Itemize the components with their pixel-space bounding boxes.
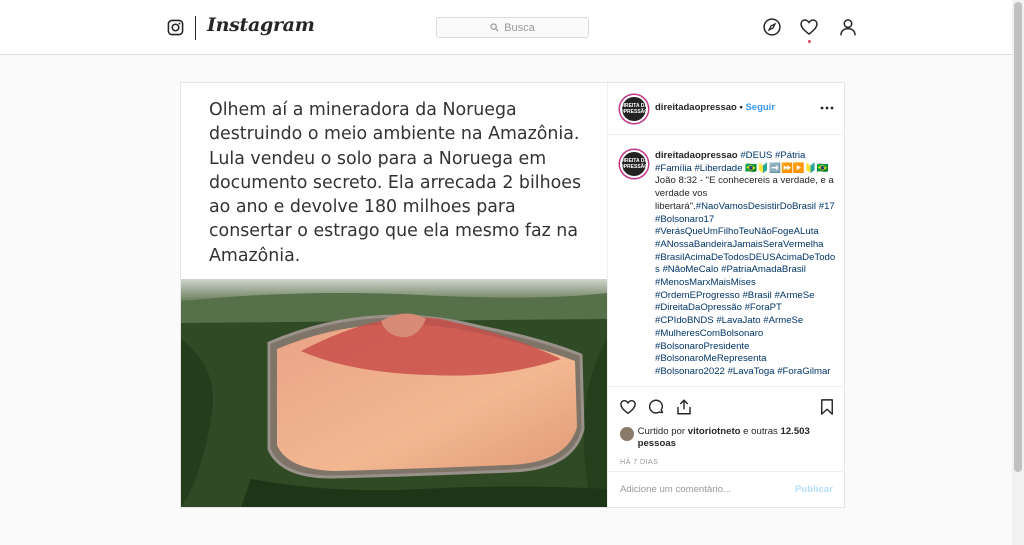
comment-bubble-icon[interactable] [647, 398, 665, 416]
hashtag-link[interactable]: #LavaJato [716, 315, 760, 326]
hashtag-link[interactable]: #ANossaBandeiraJamaisSeraVermelha [655, 239, 824, 250]
hashtag-link[interactable]: #PatriaAmadaBrasil [721, 264, 806, 275]
hashtag-link[interactable]: #CPIdoBNDS [655, 315, 714, 326]
likes-summary: Curtido por vitoriotneto e outras 12.503… [620, 426, 845, 450]
hashtag-link[interactable]: #ForaPT [745, 302, 782, 313]
hashtag-link[interactable]: #OrdemEProgresso [655, 290, 740, 301]
publish-button[interactable]: Publicar [795, 484, 833, 495]
hashtag-link[interactable]: #Bolsonaro17 [655, 214, 714, 225]
scrollbar-thumb[interactable] [1014, 2, 1022, 472]
hashtag-link[interactable]: #DireitaDaOpressão [655, 302, 742, 313]
heart-icon[interactable] [799, 17, 819, 37]
post-caption: direitadaopressao #DEUS #Pátria #Família… [655, 150, 837, 379]
post-media[interactable]: Olhem aí a mineradora da Noruega destrui… [181, 83, 607, 507]
notification-dot [808, 40, 811, 43]
aerial-mine-photo [181, 279, 607, 507]
caption-author-avatar[interactable]: DIREITA DA OPRESSÃO [620, 150, 648, 178]
hashtag-link[interactable]: #Pátria [775, 150, 805, 161]
author-avatar-text: DIREITA DA OPRESSÃO [620, 103, 648, 115]
hashtag-link[interactable]: #BolsonaroMeRepresenta [655, 353, 766, 364]
hashtag-link[interactable]: #ForaGilmar [777, 366, 830, 377]
post-header: DIREITA DA OPRESSÃO direitadaopressao • … [608, 83, 845, 135]
like-heart-icon[interactable] [619, 398, 637, 416]
post-image-text-panel: Olhem aí a mineradora da Noruega destrui… [181, 83, 607, 281]
hashtag-link[interactable]: #ArmeSe [774, 290, 814, 301]
hashtag-link[interactable]: #NãoMeCalo [662, 264, 718, 275]
hashtag-link[interactable]: #Liberdade [694, 163, 742, 174]
likes-prefix: Curtido por [637, 426, 688, 437]
caption-username[interactable]: direitadaopressao [655, 150, 738, 161]
hashtag-link[interactable]: #MenosMarxMaisMises [655, 277, 756, 288]
liker-avatar[interactable] [620, 427, 634, 441]
follow-button[interactable]: Seguir [745, 102, 775, 113]
liker-username[interactable]: vitoriotneto [688, 426, 741, 437]
author-username[interactable]: direitadaopressao [655, 102, 737, 113]
likes-middle: e outras [740, 426, 781, 437]
hashtag-link[interactable]: #ArmeSe [763, 315, 803, 326]
hashtag-link[interactable]: #MulheresComBolsonaro [655, 328, 763, 339]
hashtag-link[interactable]: #NaoVamosDesistirDoBrasil [696, 201, 816, 212]
more-options-icon[interactable] [820, 105, 834, 111]
post-actions: Curtido por vitoriotneto e outras 12.503… [608, 386, 845, 507]
logo-divider [195, 16, 196, 40]
hashtag-link[interactable]: #17 [819, 201, 835, 212]
search-input[interactable]: Busca [436, 17, 589, 38]
instagram-camera-icon[interactable] [167, 19, 184, 36]
top-navigation-bar: Instagram Busca [0, 0, 1024, 55]
profile-icon[interactable] [838, 17, 858, 37]
post-image-text: Olhem aí a mineradora da Noruega destrui… [209, 100, 582, 266]
hashtag-link[interactable]: #VerásQueUmFilhoTeuNãoFogeALuta [655, 226, 819, 237]
page-scrollbar[interactable] [1012, 0, 1024, 545]
search-icon [490, 23, 499, 32]
likes-text: Curtido por vitoriotneto e outras 12.503… [638, 426, 845, 450]
hashtag-link[interactable]: #LavaToga [728, 366, 775, 377]
caption-body: #DEUS #Pátria #Família #Liberdade 🇧🇷🔰➡️⏩… [655, 150, 835, 377]
hashtag-link[interactable]: #Família [655, 163, 692, 174]
post-header-line: direitadaopressao • Seguir [655, 102, 775, 113]
hashtag-link[interactable]: #Brasil [742, 290, 771, 301]
search-placeholder: Busca [504, 21, 535, 34]
instagram-wordmark-logo[interactable]: Instagram [207, 14, 315, 36]
comments-section[interactable]: DIREITA DA OPRESSÃO direitadaopressao #D… [608, 135, 845, 386]
post-card: Olhem aí a mineradora da Noruega destrui… [180, 82, 845, 508]
hashtag-link[interactable]: #DEUS [740, 150, 772, 161]
add-comment-bar: Adicione um comentário... Publicar [608, 471, 845, 508]
hashtag-link[interactable]: #BolsonaroPresidente [655, 341, 749, 352]
author-avatar[interactable]: DIREITA DA OPRESSÃO [620, 95, 648, 123]
hashtag-link[interactable]: #Bolsonaro2022 [655, 366, 725, 377]
caption-avatar-text: DIREITA DA OPRESSÃO [620, 158, 648, 170]
share-icon[interactable] [675, 398, 693, 416]
comment-input[interactable]: Adicione um comentário... [620, 484, 731, 495]
post-sidebar: DIREITA DA OPRESSÃO direitadaopressao • … [607, 83, 845, 507]
compass-icon[interactable] [762, 17, 782, 37]
post-timestamp[interactable]: HÁ 7 DIAS [620, 457, 658, 466]
bookmark-icon[interactable] [818, 398, 836, 416]
